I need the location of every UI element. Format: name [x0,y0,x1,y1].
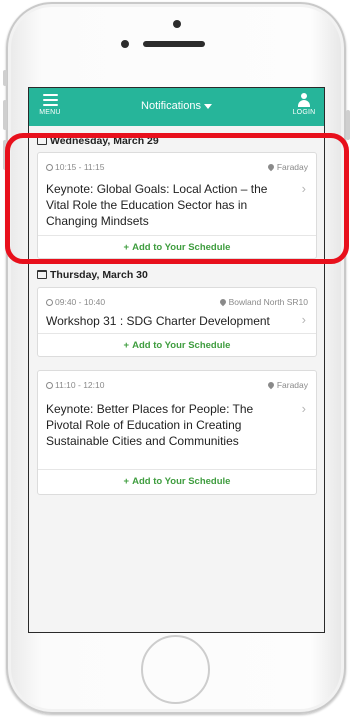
notifications-dropdown[interactable]: Notifications [29,100,324,112]
calendar-icon [37,136,47,145]
calendar-icon [37,270,47,279]
app-screen: MENU Notifications LOGIN Wednesday, Marc… [28,87,325,633]
event-details-link[interactable]: 11:10 - 12:10 Faraday Keynote: Better Pl… [38,371,316,469]
navbar: MENU Notifications LOGIN [29,88,324,126]
day-date: Wednesday, March 29 [50,135,159,147]
event-title: Keynote: Better Places for People: The P… [46,402,254,448]
event-title: Workshop 31 : SDG Charter Development [46,314,270,328]
plus-icon: + [123,340,130,351]
event-card: 09:40 - 10:40 Bowland North SR10 Worksho… [37,287,317,357]
map-pin-icon [266,380,276,390]
login-label: LOGIN [292,109,316,116]
event-time-text: 11:10 - 12:10 [55,380,105,390]
clock-icon [46,164,53,171]
map-pin-icon [266,162,276,172]
home-button[interactable] [141,635,210,704]
proximity-sensor [121,40,129,48]
add-to-schedule-button[interactable]: + Add to Your Schedule [38,469,316,494]
volume-down-button [3,140,7,170]
event-card: 11:10 - 12:10 Faraday Keynote: Better Pl… [37,370,317,495]
clock-icon [46,299,53,306]
event-location: Faraday [266,380,308,390]
map-pin-icon [218,297,227,307]
plus-icon: + [123,476,130,487]
clock-icon [46,382,53,389]
event-location-text: Faraday [276,162,308,172]
event-location-text: Bowland North SR10 [228,297,308,307]
chevron-right-icon: › [301,312,306,327]
chevron-right-icon: › [301,401,306,416]
event-details-link[interactable]: 10:15 - 11:15 Faraday Keynote: Global Go… [38,153,316,235]
add-to-schedule-button[interactable]: + Add to Your Schedule [38,333,316,358]
event-time: 11:10 - 12:10 [46,380,104,390]
add-to-schedule-label: Add to Your Schedule [132,242,231,253]
event-location: Bowland North SR10 [218,297,308,307]
plus-icon: + [123,242,130,253]
caret-down-icon [203,103,212,109]
day-header: Thursday, March 30 [37,269,148,281]
event-time-text: 09:40 - 10:40 [55,297,106,307]
front-camera [173,20,181,28]
add-to-schedule-label: Add to Your Schedule [132,340,231,351]
event-location: Faraday [266,162,308,172]
event-time: 10:15 - 11:15 [46,162,104,172]
earpiece-speaker [143,41,205,47]
mute-switch [3,70,7,86]
login-button[interactable]: LOGIN [290,93,318,116]
day-date: Thursday, March 30 [50,269,148,281]
event-time-text: 10:15 - 11:15 [55,162,105,172]
add-to-schedule-button[interactable]: + Add to Your Schedule [38,235,316,260]
power-button [346,110,350,140]
user-icon [298,93,310,107]
phone-mockup: MENU Notifications LOGIN Wednesday, Marc… [0,0,354,717]
chevron-right-icon: › [301,181,306,196]
event-location-text: Faraday [276,380,308,390]
day-header: Wednesday, March 29 [37,135,159,147]
event-title: Keynote: Global Goals: Local Action – th… [46,182,268,228]
event-time: 09:40 - 10:40 [46,297,105,307]
event-details-link[interactable]: 09:40 - 10:40 Bowland North SR10 Worksho… [38,288,316,333]
volume-up-button [3,100,7,130]
nav-title-label: Notifications [141,100,201,112]
event-card: 10:15 - 11:15 Faraday Keynote: Global Go… [37,152,317,259]
add-to-schedule-label: Add to Your Schedule [132,476,231,487]
